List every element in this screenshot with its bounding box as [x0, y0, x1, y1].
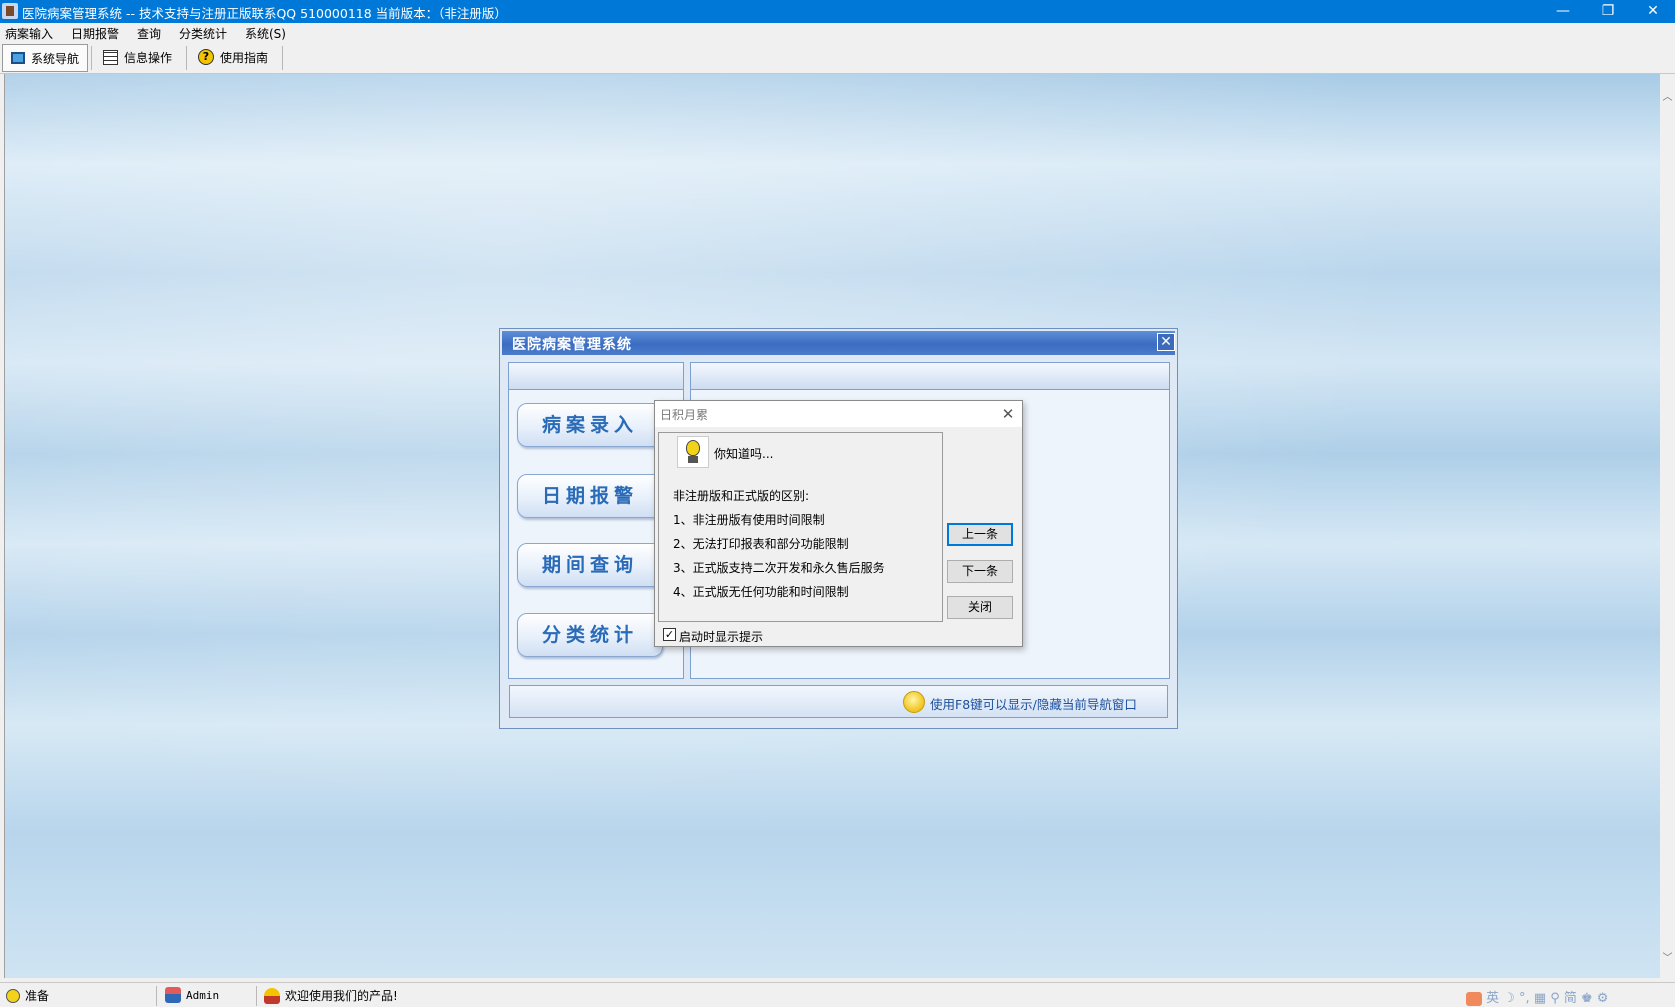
toolbar-separator: [186, 46, 187, 70]
sogou-ime-icon[interactable]: [1466, 991, 1482, 1006]
toolbar-separator: [282, 46, 283, 70]
toolbar-info-operation[interactable]: 信息操作: [95, 44, 180, 70]
restore-button[interactable]: ❐: [1585, 0, 1631, 23]
scroll-up-icon[interactable]: ︿: [1662, 88, 1673, 103]
app-icon: [2, 3, 18, 19]
welcome-text: 欢迎使用我们的产品!: [285, 989, 398, 1003]
tip-dialog-title-bar: 日积月累 ✕: [655, 401, 1022, 427]
nav-button-date-alarm[interactable]: 日期报警: [517, 474, 663, 518]
toolbar-system-navigation[interactable]: 系统导航: [2, 44, 88, 72]
ime-tray[interactable]: 英 ☽ °, ▦ ⚲ 简 ♚ ⚙: [1466, 987, 1608, 1006]
user-icon: [165, 987, 181, 1003]
toolbar-label: 信息操作: [124, 50, 173, 65]
panel-header: [509, 363, 683, 390]
ime-tray-text: 英 ☽ °, ▦ ⚲ 简 ♚ ⚙: [1486, 991, 1609, 1006]
next-tip-button[interactable]: 下一条: [947, 560, 1013, 583]
status-text: 准备: [25, 989, 50, 1003]
window-title: 医院病案管理系统 -- 技术支持与注册正版联系QQ 510000118 当前版本…: [22, 6, 507, 21]
menu-date-alarm[interactable]: 日期报警: [71, 25, 119, 42]
lightbulb-icon: [677, 436, 709, 468]
tip-line: 3、正式版支持二次开发和永久售后服务: [673, 561, 885, 575]
toolbar: 系统导航 信息操作 ? 使用指南: [0, 42, 1675, 74]
show-on-startup-checkbox[interactable]: ✓: [663, 628, 676, 641]
help-icon: ?: [198, 49, 214, 65]
navigator-footer: 使用F8键可以显示/隐藏当前导航窗口: [509, 685, 1168, 718]
close-icon: ✕: [1160, 334, 1172, 350]
status-user: Admin: [165, 987, 219, 1003]
status-separator: [156, 986, 157, 1006]
nav-button-category-stats[interactable]: 分类统计: [517, 613, 663, 657]
menu-case-input[interactable]: 病案输入: [5, 25, 53, 42]
menu-system[interactable]: 系统(S): [245, 25, 286, 42]
close-tip-button[interactable]: 关闭: [947, 596, 1013, 619]
nav-button-period-query[interactable]: 期间查询: [517, 543, 663, 587]
navigator-title: 医院病案管理系统: [512, 337, 632, 353]
tip-dialog: 日积月累 ✕ 你知道吗... 非注册版和正式版的区别: 1、非注册版有使用时间限…: [654, 400, 1023, 647]
navigator-title-bar: 医院病案管理系统 ✕: [502, 331, 1175, 355]
panel-header: [691, 363, 1169, 390]
status-ready: 准备: [6, 987, 49, 1004]
table-icon: [103, 49, 118, 65]
status-separator: [256, 986, 257, 1006]
toolbar-label: 系统导航: [30, 51, 79, 66]
menu-bar: 病案输入 日期报警 查询 分类统计 系统(S): [0, 23, 1675, 42]
tip-line: 4、正式版无任何功能和时间限制: [673, 585, 849, 599]
menu-category-stats[interactable]: 分类统计: [179, 25, 227, 42]
tip-line: 1、非注册版有使用时间限制: [673, 513, 825, 527]
menu-query[interactable]: 查询: [137, 25, 161, 42]
close-button[interactable]: ✕: [1630, 0, 1675, 23]
previous-tip-button[interactable]: 上一条: [947, 523, 1013, 546]
monitor-icon: [11, 52, 25, 64]
toolbar-separator: [91, 46, 92, 70]
users-icon: [264, 987, 280, 1004]
tip-content: 你知道吗... 非注册版和正式版的区别: 1、非注册版有使用时间限制 2、无法打…: [658, 432, 943, 622]
title-bar: 医院病案管理系统 -- 技术支持与注册正版联系QQ 510000118 当前版本…: [0, 0, 1675, 23]
user-name: Admin: [186, 988, 220, 1002]
navigator-close-button[interactable]: ✕: [1157, 333, 1175, 351]
tip-dialog-close-button[interactable]: ✕: [997, 403, 1019, 425]
status-message: 欢迎使用我们的产品!: [264, 987, 398, 1004]
vertical-scrollbar[interactable]: ︿ ﹀: [1660, 74, 1675, 978]
scroll-down-icon[interactable]: ﹀: [1662, 949, 1673, 964]
toolbar-label: 使用指南: [220, 50, 269, 65]
lightbulb-icon: [903, 691, 925, 713]
toolbar-user-guide[interactable]: ? 使用指南: [190, 44, 276, 70]
tip-line: 2、无法打印报表和部分功能限制: [673, 537, 849, 551]
lightbulb-icon: [6, 988, 20, 1003]
show-on-startup-label[interactable]: 启动时显示提示: [679, 628, 763, 645]
check-icon: ✓: [664, 628, 675, 641]
minimize-button[interactable]: —: [1540, 0, 1586, 23]
f8-hint: 使用F8键可以显示/隐藏当前导航窗口: [930, 697, 1137, 712]
tip-heading: 你知道吗...: [714, 447, 774, 461]
tip-line: 非注册版和正式版的区别:: [673, 489, 810, 503]
nav-button-case-entry[interactable]: 病案录入: [517, 403, 663, 447]
status-bar: 准备 Admin 欢迎使用我们的产品! 英 ☽ °, ▦ ⚲ 简 ♚ ⚙: [0, 982, 1675, 1007]
close-icon: ✕: [1001, 405, 1015, 423]
tip-dialog-title: 日积月累: [660, 408, 709, 422]
